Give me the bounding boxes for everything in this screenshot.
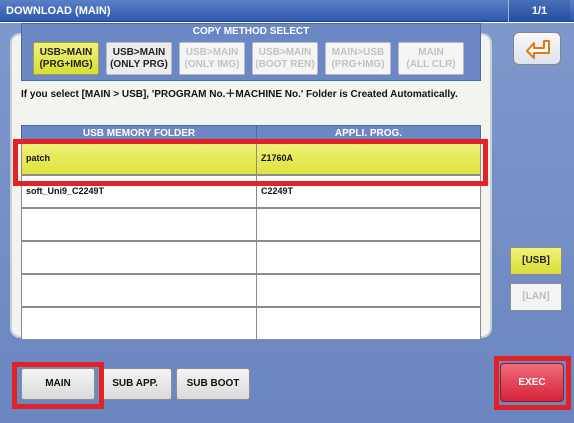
usb-folder-cell: soft_Uni9_C2249T	[21, 175, 257, 208]
exec-button[interactable]: EXEC	[500, 363, 564, 402]
column-header-appli-prog: APPLI. PROG.	[256, 125, 481, 141]
tab-main[interactable]: MAIN	[21, 368, 95, 400]
copy-usb-main-prg-img-button[interactable]: USB>MAIN (PRG+IMG)	[33, 42, 99, 75]
usb-folder-cell	[21, 241, 257, 274]
appli-prog-cell	[256, 208, 481, 241]
copy-method-select: COPY METHOD SELECT USB>MAIN (PRG+IMG) US…	[21, 23, 481, 81]
copy-usb-main-only-img-button: USB>MAIN (ONLY IMG)	[179, 42, 245, 75]
table-row[interactable]	[21, 274, 481, 307]
copy-usb-main-only-prg-button[interactable]: USB>MAIN (ONLY PRG)	[106, 42, 172, 75]
appli-prog-cell	[256, 307, 481, 340]
copy-main-usb-prg-img-button: MAIN>USB (PRG+IMG)	[325, 42, 391, 75]
table-row[interactable]	[21, 208, 481, 241]
tab-sub-app[interactable]: SUB APP.	[98, 368, 172, 400]
title-bar: DOWNLOAD (MAIN) 1/1	[0, 0, 574, 22]
back-button[interactable]	[513, 32, 561, 65]
page-indicator: 1/1	[508, 0, 570, 22]
window-title: DOWNLOAD (MAIN)	[6, 5, 111, 17]
usb-button[interactable]: [USB]	[510, 247, 562, 275]
appli-prog-cell	[256, 274, 481, 307]
appli-prog-cell: Z1760A	[256, 142, 481, 175]
copy-method-header: COPY METHOD SELECT	[192, 26, 310, 37]
return-arrow-icon	[526, 40, 550, 59]
copy-usb-main-boot-ren-button: USB>MAIN (BOOT REN)	[252, 42, 318, 75]
tab-sub-boot[interactable]: SUB BOOT	[176, 368, 250, 400]
copy-main-all-clr-button: MAIN (ALL CLR)	[398, 42, 464, 75]
folder-table: USB MEMORY FOLDER APPLI. PROG. patch Z17…	[21, 125, 481, 355]
table-row[interactable]: soft_Uni9_C2249T C2249T	[21, 175, 481, 208]
column-header-usb-folder: USB MEMORY FOLDER	[21, 125, 257, 141]
table-row[interactable]: patch Z1760A	[21, 142, 481, 175]
usb-folder-cell	[21, 208, 257, 241]
table-row[interactable]	[21, 241, 481, 274]
usb-folder-cell	[21, 274, 257, 307]
usb-folder-cell: patch	[21, 142, 257, 175]
table-row[interactable]	[21, 307, 481, 340]
auto-folder-notice: If you select [MAIN > USB], 'PROGRAM No.…	[21, 89, 458, 100]
appli-prog-cell	[256, 241, 481, 274]
lan-button: [LAN]	[510, 283, 562, 311]
appli-prog-cell: C2249T	[256, 175, 481, 208]
usb-folder-cell	[21, 307, 257, 340]
